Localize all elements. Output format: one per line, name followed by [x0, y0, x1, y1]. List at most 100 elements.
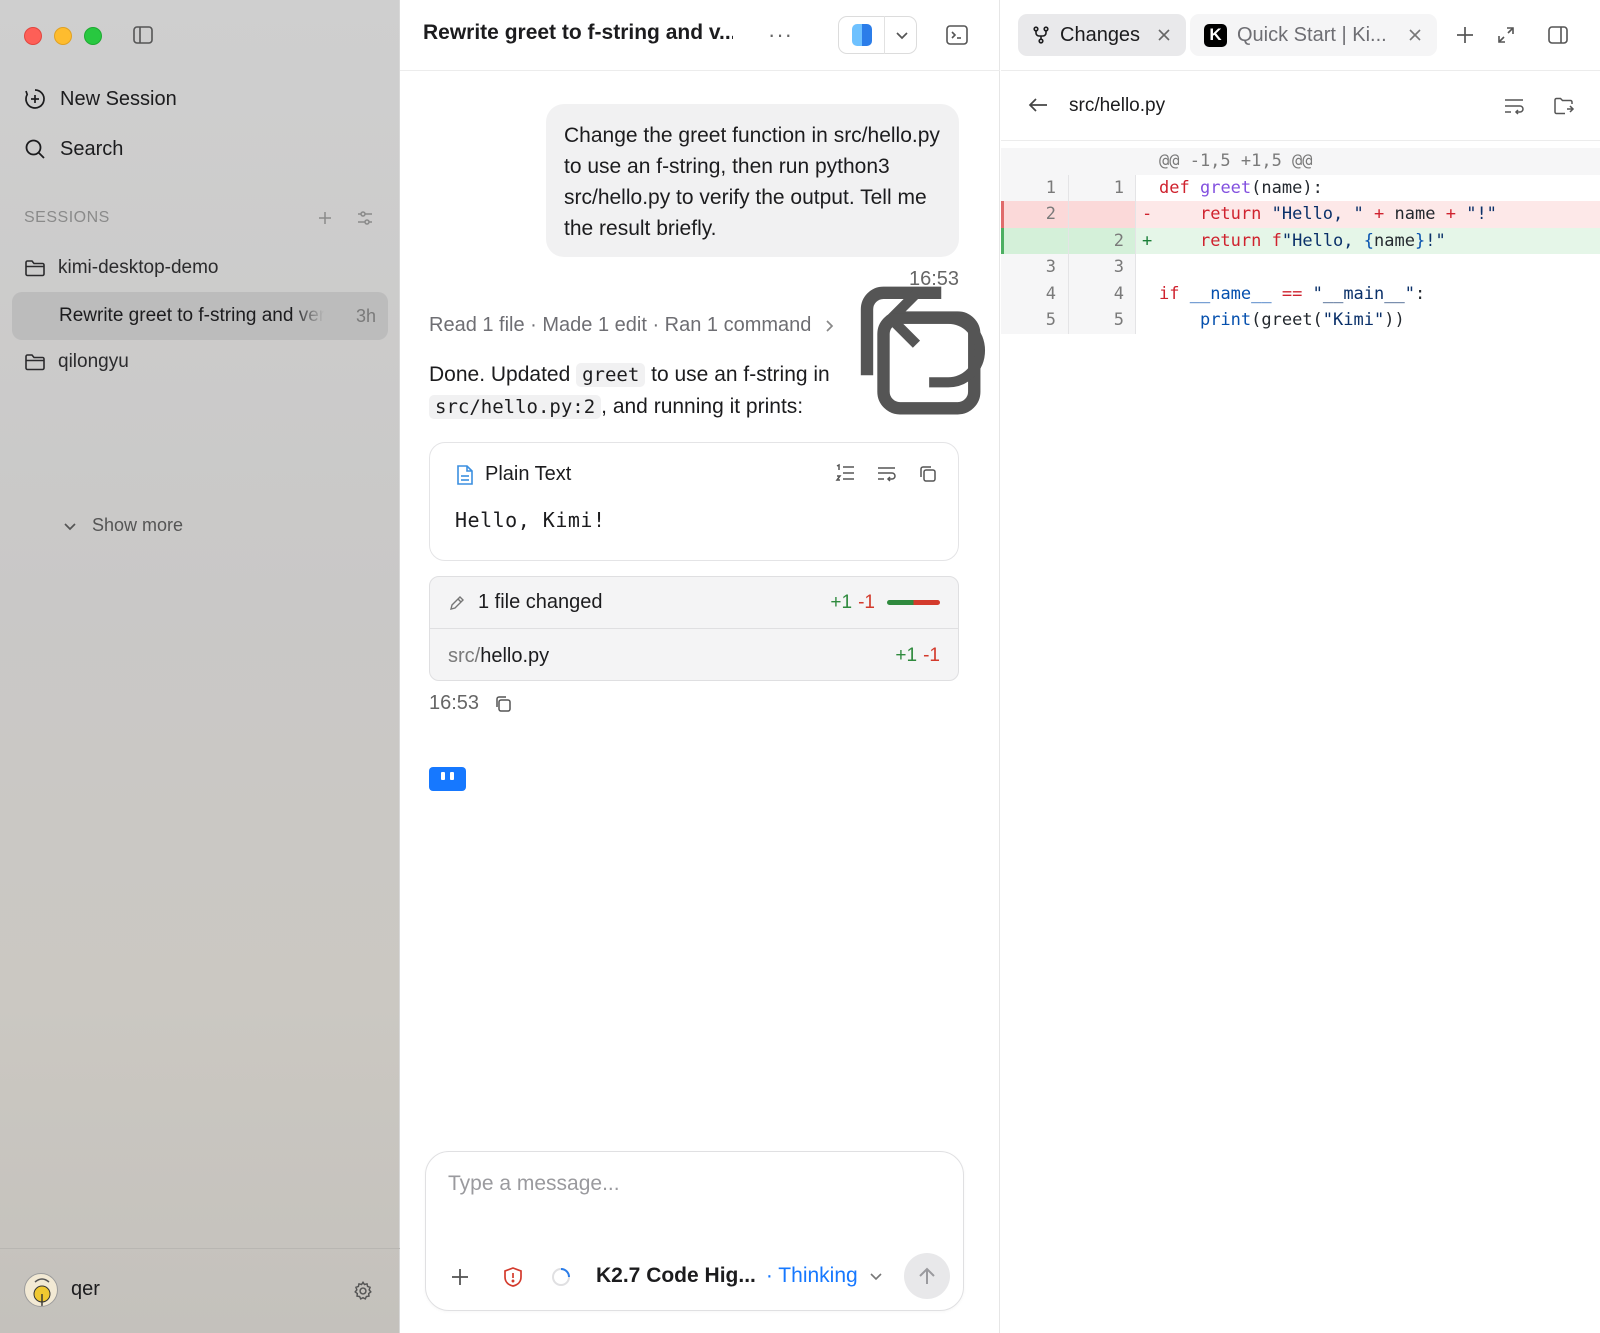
code-line: return "Hello, " + name + "!" [1199, 204, 1497, 225]
chat-title: Rewrite greet to f-string and v... [423, 21, 733, 44]
user-message-time: 16:53 [909, 268, 960, 290]
folder-name: kimi-desktop-demo [58, 257, 219, 278]
reply-text: to use an f-string in [645, 363, 830, 386]
back-arrow-icon[interactable] [1027, 95, 1049, 115]
hunk-text: @@ -1,5 +1,5 @@ [1159, 151, 1313, 172]
reply-meta: 16:53 [429, 692, 513, 715]
gear-icon[interactable] [352, 1280, 374, 1302]
old-line-number: 5 [1045, 310, 1056, 331]
sidebar-footer: qer [0, 1248, 400, 1333]
diff-file-header: src/hello.py [1001, 71, 1600, 141]
more-options-button[interactable]: ··· [768, 22, 793, 48]
code-output: Hello, Kimi! [455, 508, 606, 532]
chevron-right-icon [826, 319, 834, 332]
code-line: return f"Hello, {name}!" [1199, 230, 1446, 251]
diff-line-deleted: 2 - return "Hello, " + name + "!" [1001, 201, 1600, 228]
sidebar-toggle-icon[interactable] [133, 26, 153, 44]
diff-line: 4 4 if __name__ == "__main__": [1001, 280, 1600, 307]
search-button[interactable]: Search [24, 132, 123, 166]
loading-spinner-icon [552, 1268, 570, 1286]
new-session-icon [25, 89, 45, 109]
sessions-label: SESSIONS [24, 209, 110, 226]
chevron-down-icon[interactable] [894, 27, 910, 43]
folder-qilongyu[interactable]: qilongyu [24, 347, 129, 377]
changes-pane: Changes K Quick Start | Ki... src/hello.… [1001, 0, 1600, 1333]
new-session-label: New Session [60, 87, 177, 110]
wrap-lines-icon[interactable] [876, 463, 897, 484]
diff-file-path: src/hello.py [1069, 95, 1166, 116]
tab-quick-start[interactable]: K Quick Start | Ki... [1190, 14, 1437, 56]
tab-bar: Changes K Quick Start | Ki... [1001, 0, 1600, 71]
close-window-button[interactable] [24, 27, 42, 45]
arrow-up-icon [919, 1267, 935, 1284]
document-icon [457, 464, 473, 485]
diff-view: @@ -1,5 +1,5 @@ 1 1 def greet(name): 2 -… [1001, 148, 1600, 334]
session-item-active[interactable]: Rewrite greet to f-string and verify 3h [12, 292, 388, 340]
minimize-window-button[interactable] [54, 27, 72, 45]
expand-icon[interactable] [1495, 24, 1517, 46]
old-line-number: 1 [1045, 177, 1056, 198]
chevron-down-icon [870, 1273, 882, 1281]
close-icon[interactable] [1407, 27, 1423, 43]
model-selector[interactable]: K2.7 Code Hig... · Thinking [596, 1264, 884, 1288]
inline-code: src/hello.py:2 [429, 395, 602, 419]
show-more-button[interactable]: Show more [62, 515, 183, 536]
terminal-icon[interactable] [946, 25, 968, 45]
diff-sign: - [1142, 204, 1153, 225]
diff-line: 1 1 def greet(name): [1001, 174, 1600, 201]
folder-kimi-desktop-demo[interactable]: kimi-desktop-demo [24, 253, 219, 283]
search-icon [25, 139, 45, 159]
wrap-lines-icon[interactable] [1503, 96, 1525, 116]
filter-icon[interactable] [356, 209, 374, 227]
file-additions: +1 [895, 645, 918, 666]
session-age: 3h [355, 305, 376, 326]
code-line: if __name__ == "__main__": [1159, 283, 1426, 304]
plus-icon[interactable] [449, 1266, 471, 1288]
app-picker[interactable] [838, 16, 917, 54]
reply-time: 16:53 [429, 692, 480, 714]
code-block-header: Plain Text [455, 463, 571, 486]
copy-icon[interactable] [917, 463, 938, 484]
chat-header: Rewrite greet to f-string and v... ··· [400, 0, 1000, 71]
old-line-number: 4 [1045, 283, 1056, 304]
copy-icon[interactable] [493, 694, 513, 714]
kimi-logo-icon [429, 767, 466, 791]
diff-hunk-header: @@ -1,5 +1,5 @@ [1001, 148, 1600, 175]
chat-pane: Rewrite greet to f-string and v... ··· C… [400, 0, 1000, 1333]
shield-alert-icon[interactable] [502, 1266, 524, 1288]
message-composer: K2.7 Code Hig... · Thinking [425, 1151, 964, 1311]
activity-summary[interactable]: Read 1 file · Made 1 edit · Ran 1 comman… [429, 314, 837, 337]
send-button[interactable] [904, 1253, 950, 1299]
line-numbers-icon[interactable] [835, 463, 856, 484]
pencil-icon [450, 595, 464, 610]
tab-label: Changes [1060, 23, 1141, 46]
assistant-reply: Done. Updated greet to use an f-string i… [429, 359, 969, 423]
new-tab-icon[interactable] [1454, 24, 1476, 46]
zoom-window-button[interactable] [84, 27, 102, 45]
panel-toggle-icon[interactable] [1547, 24, 1569, 46]
close-icon[interactable] [1156, 27, 1172, 43]
new-session-button[interactable]: New Session [24, 82, 177, 116]
user-message: Change the greet function in src/hello.p… [546, 104, 959, 257]
changed-file-row[interactable]: src/hello.py +1 -1 [430, 630, 958, 680]
session-title: Rewrite greet to f-string and verify [59, 305, 324, 326]
sessions-section-header: SESSIONS [24, 206, 374, 230]
files-changed-header[interactable]: 1 file changed +1 -1 [430, 577, 958, 629]
folder-icon [25, 260, 45, 277]
activity-label: Read 1 file · Made 1 edit · Ran 1 comman… [429, 314, 812, 336]
diff-line: 5 5 print(greet("Kimi")) [1001, 307, 1600, 334]
model-name: K2.7 Code Hig... [596, 1264, 756, 1287]
reply-text: Done. Updated [429, 363, 577, 386]
tab-changes[interactable]: Changes [1018, 14, 1186, 56]
add-folder-icon[interactable] [316, 209, 334, 227]
reply-text: , and running it prints: [601, 395, 804, 418]
deletions-count: -1 [858, 591, 875, 613]
message-input[interactable] [448, 1172, 938, 1196]
diff-line: 3 3 [1001, 254, 1600, 281]
new-line-number: 4 [1113, 283, 1124, 304]
code-language: Plain Text [485, 463, 572, 485]
files-changed-card[interactable]: 1 file changed +1 -1 src/hello.py +1 -1 [429, 576, 959, 681]
open-folder-icon[interactable] [1553, 96, 1575, 116]
avatar[interactable] [24, 1273, 58, 1307]
thinking-mode: · Thinking [765, 1264, 858, 1287]
